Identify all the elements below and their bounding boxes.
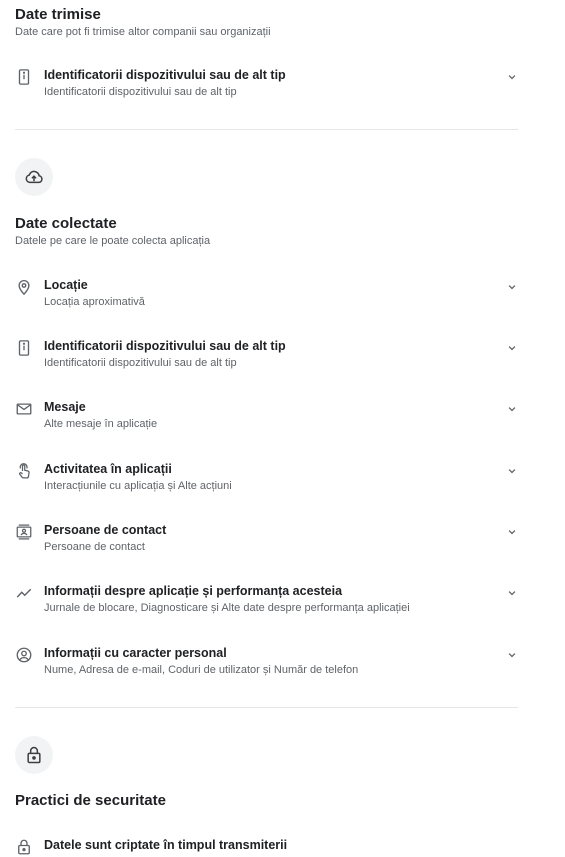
shared-item-subtitle: Identificatorii dispozitivului sau de al… bbox=[44, 86, 237, 98]
collected-item-device-ids[interactable]: Identificatorii dispozitivului sau de al… bbox=[0, 339, 530, 379]
collected-item-subtitle: Identificatorii dispozitivului sau de al… bbox=[44, 357, 237, 369]
collected-item-subtitle: Locația aproximativă bbox=[44, 296, 145, 308]
section-divider bbox=[15, 129, 518, 130]
account-circle-icon bbox=[15, 646, 33, 664]
collected-item-title: Informații cu caracter personal bbox=[44, 646, 227, 660]
collected-item-subtitle: Persoane de contact bbox=[44, 541, 145, 553]
touch-icon bbox=[15, 462, 33, 480]
cloud-upload-icon bbox=[25, 170, 43, 184]
chevron-down-icon[interactable] bbox=[505, 341, 519, 355]
chevron-down-icon[interactable] bbox=[505, 648, 519, 662]
collected-item-location[interactable]: Locație Locația aproximativă bbox=[0, 278, 530, 318]
collected-item-title: Informații despre aplicație și performan… bbox=[44, 584, 343, 598]
collected-item-app-activity[interactable]: Activitatea în aplicații Interacțiunile … bbox=[0, 462, 530, 502]
shared-section-subtitle: Date care pot fi trimise altor companii … bbox=[15, 26, 271, 38]
shared-item-title: Identificatorii dispozitivului sau de al… bbox=[44, 68, 286, 82]
collected-item-contacts[interactable]: Persoane de contact Persoane de contact bbox=[0, 523, 530, 563]
collected-item-title: Mesaje bbox=[44, 400, 86, 414]
collected-item-title: Persoane de contact bbox=[44, 523, 167, 537]
collected-item-subtitle: Interacțiunile cu aplicația și Alte acți… bbox=[44, 480, 232, 492]
collected-section-subtitle: Datele pe care le poate colecta aplicați… bbox=[15, 235, 211, 247]
collected-item-personal-info[interactable]: Informații cu caracter personal Nume, Ad… bbox=[0, 646, 530, 686]
security-item-encrypted[interactable]: Datele sunt criptate în timpul transmite… bbox=[0, 838, 530, 857]
shared-section-title: Date trimise bbox=[15, 6, 101, 23]
trending-icon bbox=[15, 584, 33, 602]
device-id-icon bbox=[15, 68, 33, 86]
collected-section-title: Date colectate bbox=[15, 215, 117, 232]
collected-item-subtitle: Alte mesaje în aplicație bbox=[44, 418, 158, 430]
collected-badge bbox=[15, 158, 53, 196]
collected-item-subtitle: Nume, Adresa de e-mail, Coduri de utiliz… bbox=[44, 664, 359, 676]
chevron-down-icon[interactable] bbox=[505, 402, 519, 416]
shared-item-device-ids[interactable]: Identificatorii dispozitivului sau de al… bbox=[0, 68, 530, 108]
device-id-icon bbox=[15, 339, 33, 357]
security-item-title: Datele sunt criptate în timpul transmite… bbox=[44, 838, 288, 852]
chevron-down-icon[interactable] bbox=[505, 280, 519, 294]
lock-icon bbox=[15, 838, 33, 856]
chevron-down-icon[interactable] bbox=[505, 525, 519, 539]
security-badge bbox=[15, 736, 53, 774]
section-divider bbox=[15, 707, 518, 708]
chevron-down-icon[interactable] bbox=[505, 70, 519, 84]
collected-item-title: Activitatea în aplicații bbox=[44, 462, 172, 476]
collected-item-messages[interactable]: Mesaje Alte mesaje în aplicație bbox=[0, 400, 530, 440]
contacts-icon bbox=[15, 523, 33, 541]
lock-icon bbox=[27, 746, 41, 764]
collected-item-subtitle: Jurnale de blocare, Diagnosticare și Alt… bbox=[44, 602, 410, 614]
chevron-down-icon[interactable] bbox=[505, 586, 519, 600]
collected-item-app-performance[interactable]: Informații despre aplicație și performan… bbox=[0, 584, 530, 624]
collected-item-title: Locație bbox=[44, 278, 88, 292]
collected-item-title: Identificatorii dispozitivului sau de al… bbox=[44, 339, 286, 353]
security-section-title: Practici de securitate bbox=[15, 792, 166, 809]
chevron-down-icon[interactable] bbox=[505, 464, 519, 478]
location-pin-icon bbox=[15, 278, 33, 296]
mail-icon bbox=[15, 400, 33, 418]
